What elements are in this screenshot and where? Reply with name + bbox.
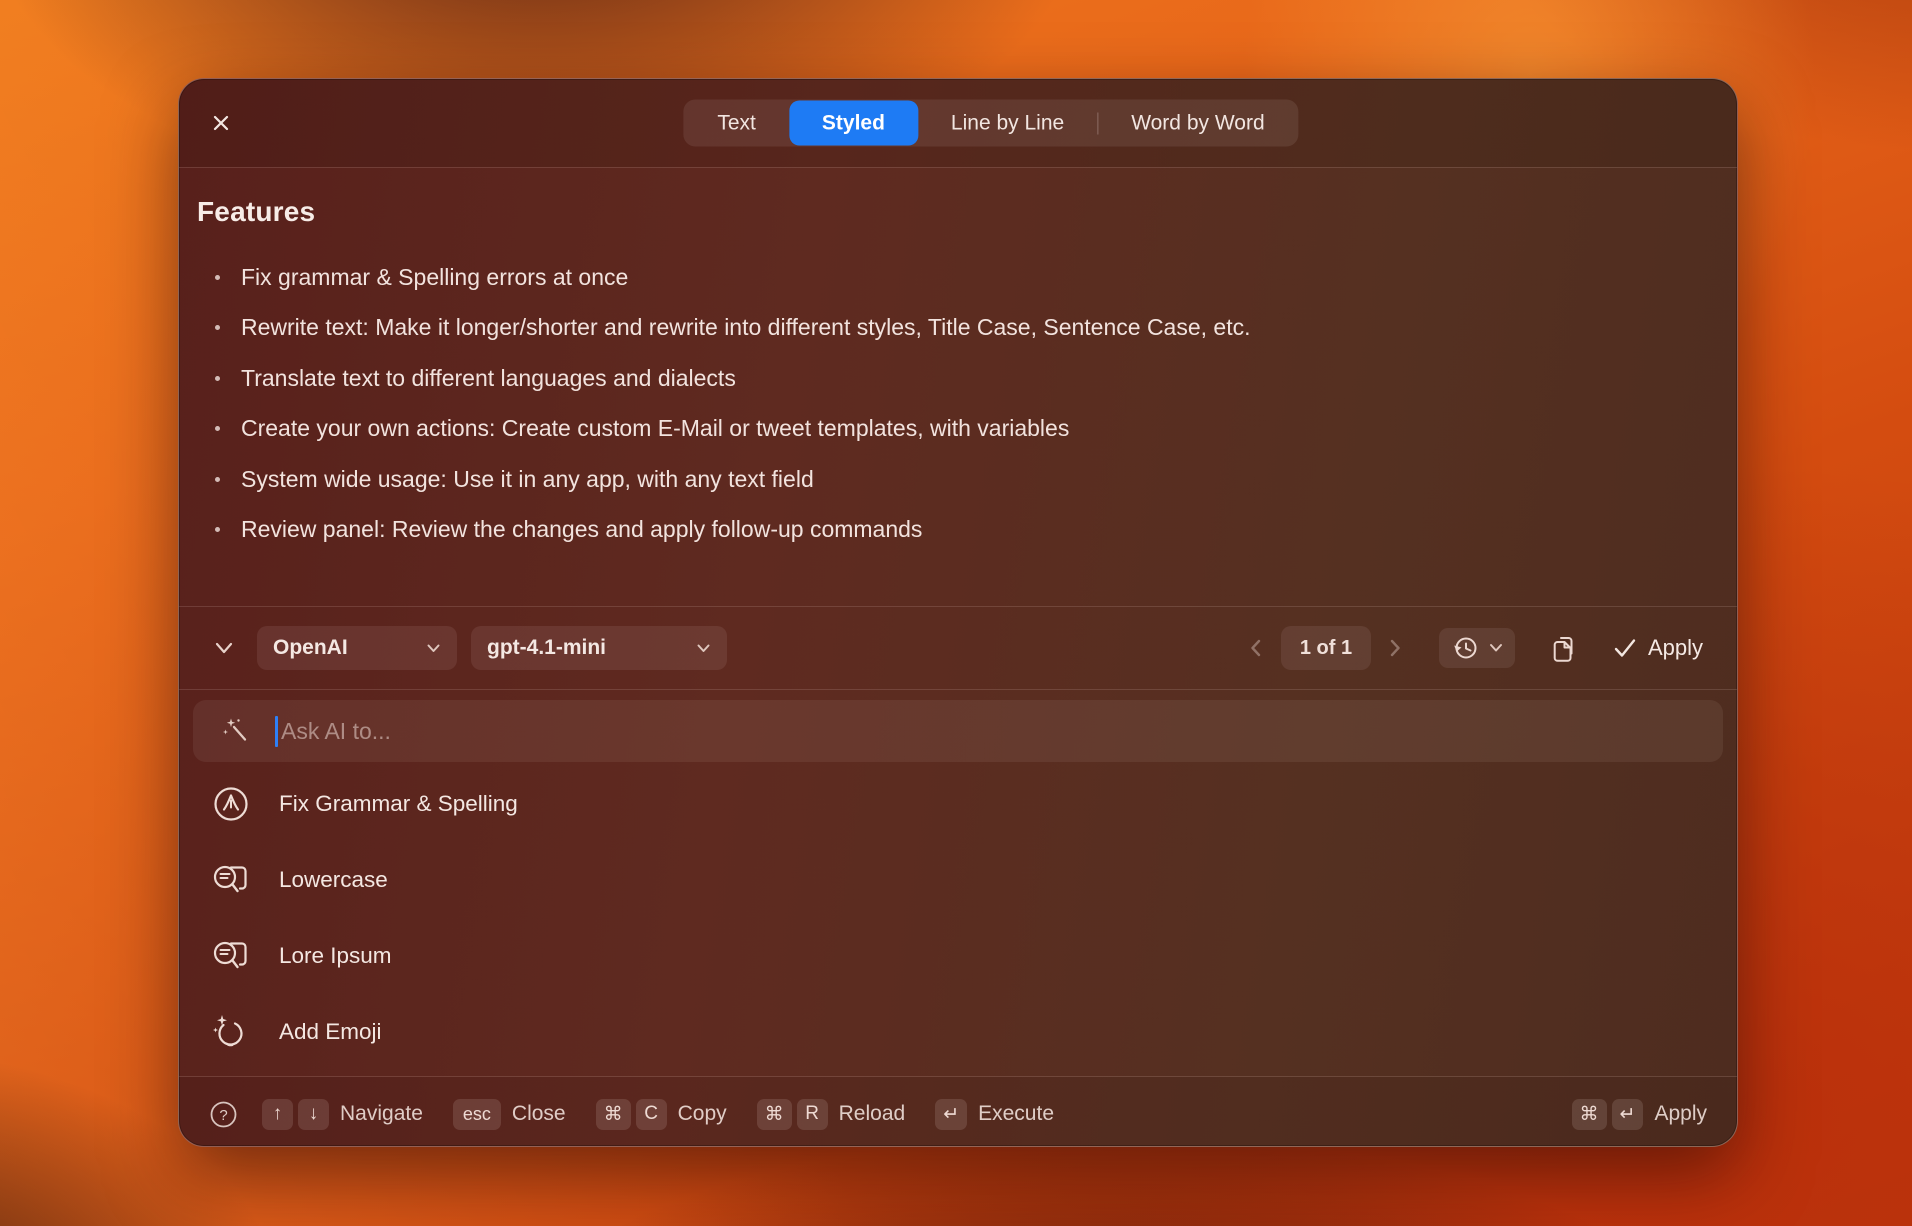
feature-item: System wide usage: Use it in any app, wi… xyxy=(197,454,1697,505)
bullet-dot xyxy=(215,527,220,532)
magic-wand-icon xyxy=(221,716,251,746)
check-icon xyxy=(1613,638,1637,658)
action-list: Fix Grammar & Spelling Lowercase xyxy=(193,766,1723,1070)
text-magnifier-icon xyxy=(209,938,253,974)
feature-text: Translate text to different languages an… xyxy=(241,365,736,392)
chevron-down-icon xyxy=(1489,643,1503,653)
feature-item: Review panel: Review the changes and app… xyxy=(197,505,1697,556)
return-key: ↵ xyxy=(935,1099,967,1130)
bullet-dot xyxy=(215,376,220,381)
chevron-down-icon xyxy=(696,643,711,654)
feature-item: Create your own actions: Create custom E… xyxy=(197,404,1697,455)
assistant-window: Text Styled Line by Line Word by Word Fe… xyxy=(178,78,1738,1147)
command-panel: Fix Grammar & Spelling Lowercase xyxy=(179,690,1737,1076)
chevron-down-icon xyxy=(426,643,441,654)
arrow-up-key: ↑ xyxy=(262,1099,293,1130)
page-indicator: 1 of 1 xyxy=(1281,626,1371,670)
text-magnifier-icon xyxy=(209,862,253,898)
action-lore-ipsum[interactable]: Lore Ipsum xyxy=(193,918,1723,994)
bullet-dot xyxy=(215,477,220,482)
collapse-button[interactable] xyxy=(213,640,235,656)
history-dropdown[interactable] xyxy=(1439,628,1515,668)
hint-label: Apply xyxy=(1654,1102,1707,1126)
apply-button[interactable]: Apply xyxy=(1613,635,1703,661)
tab-line-by-line[interactable]: Line by Line xyxy=(918,101,1097,146)
close-button[interactable] xyxy=(203,105,239,141)
hint-label: Copy xyxy=(678,1102,727,1126)
model-toolbar: OpenAI gpt-4.1-mini 1 of 1 xyxy=(179,607,1737,689)
bullet-dot xyxy=(215,426,220,431)
provider-dropdown[interactable]: OpenAI xyxy=(257,626,457,670)
tab-text[interactable]: Text xyxy=(684,101,789,146)
shortcut-bar: ? ↑ ↓ Navigate esc Close ⌘ C Copy ⌘ R Re… xyxy=(179,1077,1737,1147)
chevron-down-icon xyxy=(213,640,235,656)
action-label: Fix Grammar & Spelling xyxy=(279,791,518,817)
command-key: ⌘ xyxy=(757,1099,792,1130)
provider-value: OpenAI xyxy=(273,636,348,660)
pencil-tip-circle-icon xyxy=(209,785,253,823)
action-fix-grammar[interactable]: Fix Grammar & Spelling xyxy=(193,766,1723,842)
hint-copy: ⌘ C Copy xyxy=(596,1099,727,1130)
hint-close: esc Close xyxy=(453,1099,566,1130)
chevron-right-icon xyxy=(1389,638,1402,658)
copy-result-button[interactable] xyxy=(1549,632,1579,664)
hint-apply: ⌘ ↵ Apply xyxy=(1572,1099,1707,1130)
chevron-left-icon xyxy=(1249,638,1262,658)
hint-reload: ⌘ R Reload xyxy=(757,1099,906,1130)
arrow-down-key: ↓ xyxy=(298,1099,329,1130)
hint-execute: ↵ Execute xyxy=(935,1099,1054,1130)
hint-label: Execute xyxy=(978,1102,1054,1126)
r-key: R xyxy=(797,1099,828,1130)
command-key: ⌘ xyxy=(1572,1099,1607,1130)
title-bar: Text Styled Line by Line Word by Word xyxy=(179,79,1737,167)
model-value: gpt-4.1-mini xyxy=(487,636,606,660)
action-label: Lore Ipsum xyxy=(279,943,392,969)
tab-styled[interactable]: Styled xyxy=(789,101,918,146)
help-icon: ? xyxy=(209,1100,238,1129)
help-button[interactable]: ? xyxy=(209,1100,238,1129)
bullet-dot xyxy=(215,275,220,280)
feature-item: Rewrite text: Make it longer/shorter and… xyxy=(197,303,1697,354)
emoji-sparkle-icon xyxy=(209,1012,253,1052)
hint-label: Navigate xyxy=(340,1102,423,1126)
return-key: ↵ xyxy=(1612,1099,1644,1130)
features-panel: Features Fix grammar & Spelling errors a… xyxy=(179,168,1737,606)
action-label: Lowercase xyxy=(279,867,388,893)
feature-text: Rewrite text: Make it longer/shorter and… xyxy=(241,314,1250,341)
bullet-dot xyxy=(215,325,220,330)
esc-key: esc xyxy=(453,1099,501,1130)
hint-label: Close xyxy=(512,1102,566,1126)
hint-label: Reload xyxy=(839,1102,906,1126)
features-list: Fix grammar & Spelling errors at once Re… xyxy=(197,252,1697,555)
ask-ai-field xyxy=(193,700,1723,762)
view-mode-segmented-control: Text Styled Line by Line Word by Word xyxy=(683,100,1298,147)
text-caret xyxy=(275,716,278,747)
feature-text: Fix grammar & Spelling errors at once xyxy=(241,264,628,291)
feature-text: Create your own actions: Create custom E… xyxy=(241,415,1069,442)
apply-label: Apply xyxy=(1648,635,1703,661)
feature-item: Translate text to different languages an… xyxy=(197,353,1697,404)
svg-text:?: ? xyxy=(219,1107,227,1124)
next-result-button[interactable] xyxy=(1383,638,1409,658)
hint-navigate: ↑ ↓ Navigate xyxy=(262,1099,423,1130)
feature-item: Fix grammar & Spelling errors at once xyxy=(197,252,1697,303)
features-title: Features xyxy=(197,196,1697,228)
c-key: C xyxy=(636,1099,667,1130)
previous-result-button[interactable] xyxy=(1243,638,1269,658)
command-key: ⌘ xyxy=(596,1099,631,1130)
feature-text: Review panel: Review the changes and app… xyxy=(241,516,922,543)
model-dropdown[interactable]: gpt-4.1-mini xyxy=(471,626,727,670)
close-icon xyxy=(211,113,231,133)
copy-icon xyxy=(1549,632,1579,664)
history-icon xyxy=(1451,635,1479,661)
tab-word-by-word[interactable]: Word by Word xyxy=(1098,101,1297,146)
feature-text: System wide usage: Use it in any app, wi… xyxy=(241,466,814,493)
action-add-emoji[interactable]: Add Emoji xyxy=(193,994,1723,1070)
ask-ai-input[interactable] xyxy=(193,700,1723,762)
action-lowercase[interactable]: Lowercase xyxy=(193,842,1723,918)
action-label: Add Emoji xyxy=(279,1019,382,1045)
